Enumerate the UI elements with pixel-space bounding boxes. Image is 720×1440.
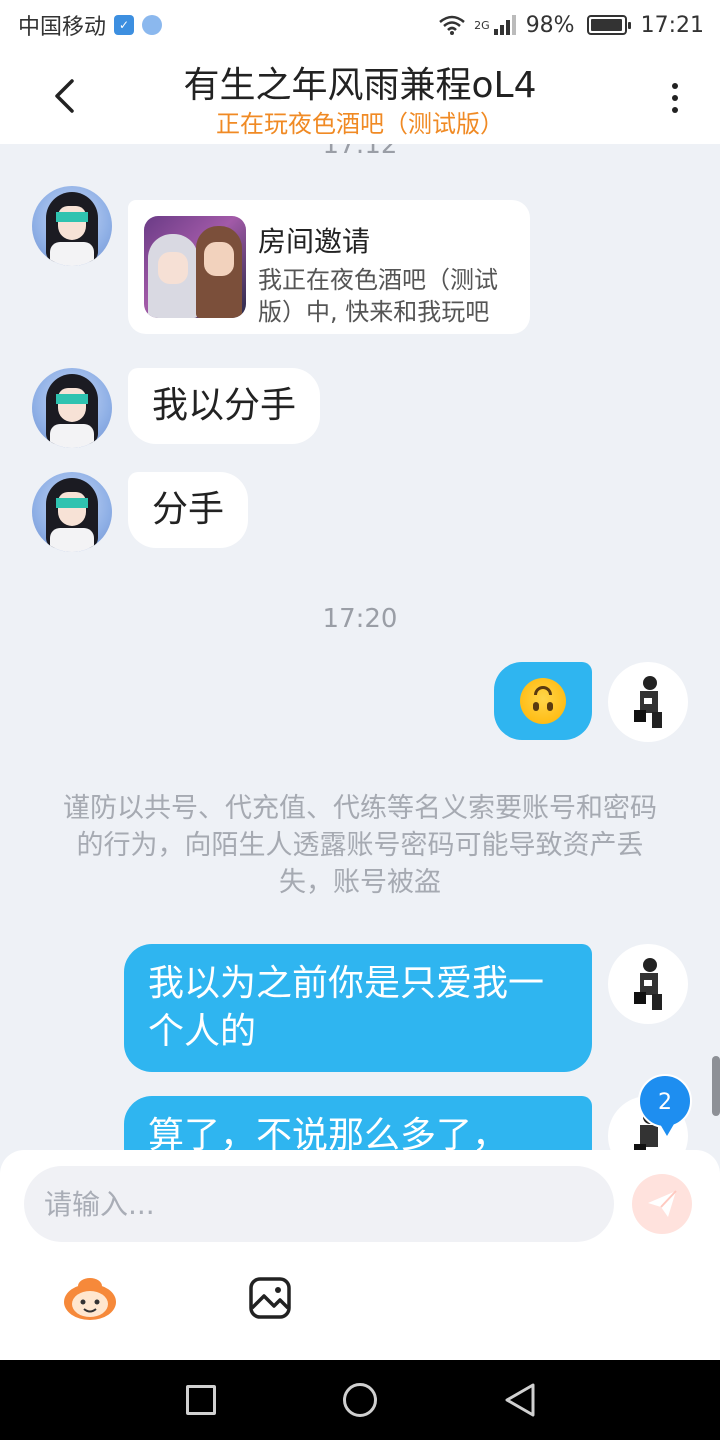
wifi-icon [439, 15, 465, 35]
message-bubble-outgoing[interactable]: 算了，不说那么多了， [124, 1096, 592, 1150]
status-right: 2G 98% 17:21 [438, 13, 704, 38]
battery-percent: 98% [525, 12, 575, 38]
invite-description: 我正在夜色酒吧（测试版）中, 快来和我玩吧 [258, 266, 498, 326]
room-invite-card[interactable]: 房间邀请 我正在夜色酒吧（测试版）中, 快来和我玩吧 [128, 200, 530, 334]
battery-icon [586, 15, 631, 35]
battery-fill [590, 19, 622, 31]
nav-back-icon[interactable] [503, 1382, 537, 1418]
upside-down-face-emoji-icon [520, 678, 566, 724]
send-button[interactable] [632, 1174, 692, 1234]
timestamp: 17:20 [322, 604, 398, 634]
message-text: 分手 [152, 489, 225, 530]
clock: 17:21 [640, 12, 704, 38]
chat-area[interactable]: 17:12 房间邀请 我正在夜色酒吧（测试版）中, 快来和我玩吧 我以分手 分手… [0, 144, 720, 1150]
avatar[interactable] [32, 368, 112, 448]
status-subtitle[interactable]: 正在玩夜色酒吧（测试版） [0, 104, 720, 139]
page-title: 有生之年风雨兼程oL4 [183, 65, 537, 106]
game-thumbnail [144, 216, 246, 318]
input-panel [0, 1150, 720, 1360]
message-bubble[interactable]: 分手 [128, 472, 249, 548]
image-picker-icon[interactable] [248, 1276, 292, 1320]
signal-icon [493, 15, 516, 35]
message-bubble-outgoing[interactable]: 我以为之前你是只爱我一个人的 [124, 944, 592, 1072]
avatar-self[interactable] [608, 662, 688, 742]
status-bar: 中国移动 ✓ 2G 98% 17:21 [0, 0, 720, 50]
status-left: 中国移动 ✓ [18, 9, 163, 41]
message-text: 我以为之前你是只爱我一个人的 [148, 963, 545, 1052]
message-bubble[interactable]: 我以分手 [128, 368, 321, 444]
scrollbar[interactable] [712, 1056, 720, 1116]
avatar[interactable] [32, 186, 112, 266]
home-icon[interactable] [343, 1383, 377, 1417]
message-bubble-outgoing[interactable] [494, 662, 592, 740]
security-warning: 谨防以共号、代充值、代练等名义索要账号和密码的行为，向陌生人透露账号密码可能导致… [63, 793, 657, 898]
unread-count-badge[interactable]: 2 [638, 1074, 692, 1136]
avatar-figure [634, 676, 662, 728]
timestamp: 17:12 [322, 144, 398, 160]
invite-title: 房间邀请 [258, 225, 371, 258]
avatar-figure [634, 958, 662, 1010]
security-shield-icon: ✓ [114, 15, 135, 35]
avatar-self[interactable] [608, 944, 688, 1024]
message-text: 算了，不说那么多了， [148, 1115, 509, 1150]
more-menu-button[interactable] [660, 76, 690, 120]
system-nav-bar [0, 1360, 720, 1440]
paper-plane-icon [648, 1190, 677, 1217]
emoji-sticker-icon[interactable] [62, 1274, 118, 1322]
chat-header: 有生之年风雨兼程oL4 正在玩夜色酒吧（测试版） [0, 50, 720, 144]
recent-apps-icon[interactable] [186, 1385, 216, 1415]
carrier-label: 中国移动 [18, 15, 107, 40]
sync-icon [142, 15, 163, 35]
message-text: 我以分手 [152, 385, 297, 426]
network-type-label: 2G [474, 18, 490, 32]
avatar[interactable] [32, 472, 112, 552]
message-input[interactable] [24, 1166, 614, 1242]
more-dots-icon [672, 83, 678, 89]
